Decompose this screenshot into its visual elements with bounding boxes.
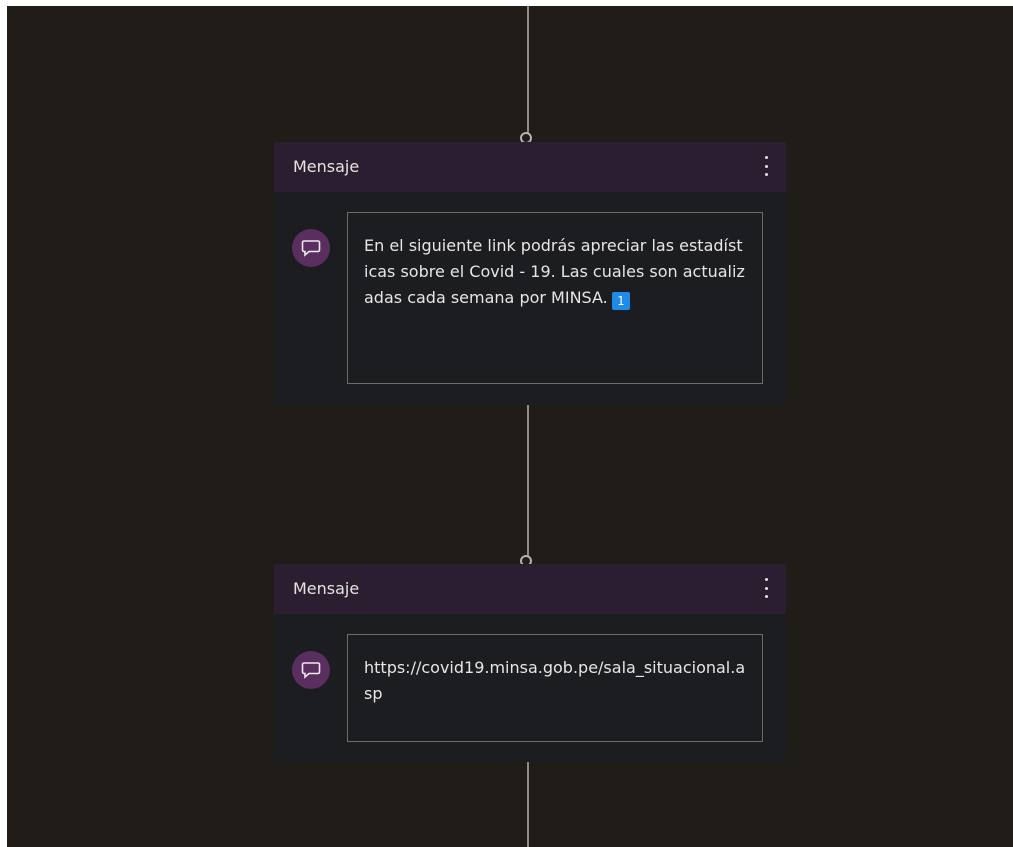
node-header[interactable]: Mensaje <box>274 564 786 614</box>
flow-canvas[interactable]: Mensaje En el siguiente link podrás apre… <box>7 6 1013 847</box>
node-header[interactable]: Mensaje <box>274 142 786 192</box>
more-vertical-icon[interactable] <box>762 156 770 176</box>
chat-bubble-icon <box>292 651 330 689</box>
connector-line <box>527 762 529 847</box>
keycap-one-emoji: 1 <box>611 292 630 310</box>
chat-bubble-icon <box>292 229 330 267</box>
node-title: Mensaje <box>293 157 360 176</box>
message-node-2[interactable]: Mensaje https://covid19.minsa.gob.pe/sal… <box>274 564 786 762</box>
message-text: https://covid19.minsa.gob.pe/sala_situac… <box>364 658 746 703</box>
more-vertical-icon[interactable] <box>762 578 770 598</box>
connector-line <box>527 405 529 557</box>
connector-line <box>527 6 529 134</box>
message-node-1[interactable]: Mensaje En el siguiente link podrás apre… <box>274 142 786 405</box>
message-textbox[interactable]: https://covid19.minsa.gob.pe/sala_situac… <box>347 634 763 742</box>
message-textbox[interactable]: En el siguiente link podrás apreciar las… <box>347 212 763 384</box>
message-text: En el siguiente link podrás apreciar las… <box>364 236 745 307</box>
node-title: Mensaje <box>293 579 360 598</box>
